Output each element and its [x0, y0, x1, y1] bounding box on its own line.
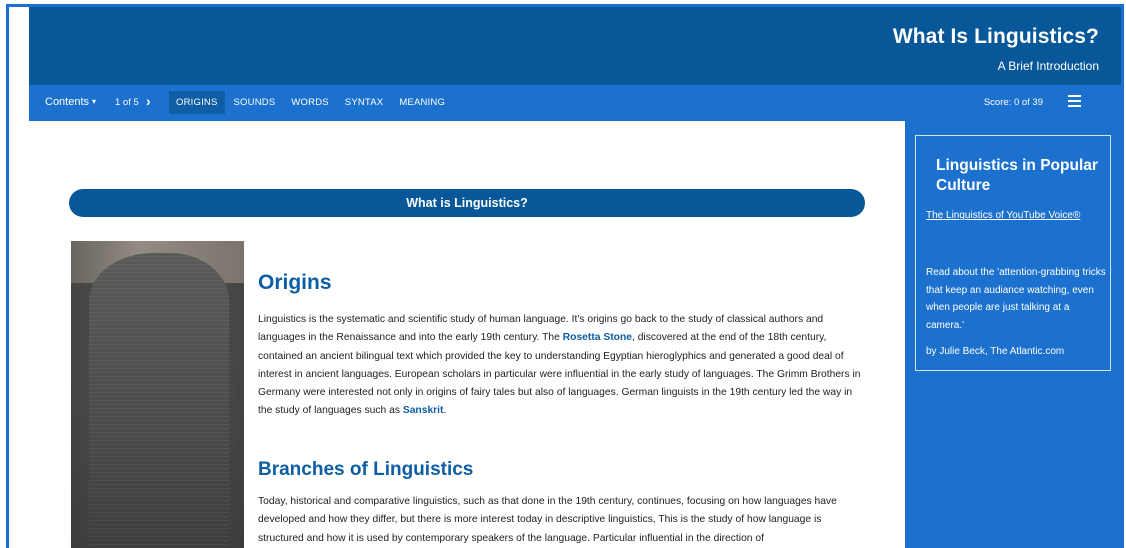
tab-sounds[interactable]: SOUNDS — [227, 91, 283, 114]
section-tabs: ORIGINS SOUNDS WORDS SYNTAX MEANING — [169, 91, 452, 114]
origins-heading: Origins — [258, 271, 332, 294]
page-indicator: 1 of 5 — [115, 97, 139, 108]
main-content: What is Linguistics? Origins Linguistics… — [29, 121, 905, 548]
branches-paragraph: Today, historical and comparative lingui… — [258, 496, 837, 544]
site-subtitle: A Brief Introduction — [997, 59, 1099, 73]
sidebar-article-link[interactable]: The Linguistics of YouTube Voice® — [926, 210, 1080, 221]
tab-origins[interactable]: ORIGINS — [169, 91, 225, 114]
rosetta-stone-link[interactable]: Rosetta Stone — [563, 332, 632, 343]
navbar: Contents ▾ 1 of 5 › ORIGINS SOUNDS WORDS … — [29, 85, 1121, 121]
chevron-down-icon: ▾ — [92, 97, 97, 106]
sidebar-card: Linguistics in Popular Culture The Lingu… — [915, 135, 1111, 371]
section-banner: What is Linguistics? — [69, 189, 865, 217]
site-header: What Is Linguistics? A Brief Introductio… — [29, 7, 1121, 85]
sidebar: Linguistics in Popular Culture The Lingu… — [905, 121, 1121, 548]
sanskrit-link[interactable]: Sanskrit — [403, 405, 444, 416]
tab-syntax[interactable]: SYNTAX — [338, 91, 391, 114]
site-title: What Is Linguistics? — [892, 25, 1099, 48]
origins-paragraph: Linguistics is the systematic and scient… — [258, 314, 861, 417]
next-page-icon[interactable]: › — [146, 93, 151, 109]
hamburger-menu-icon[interactable] — [1068, 95, 1081, 107]
tab-words[interactable]: WORDS — [284, 91, 335, 114]
sidebar-description: Read about the 'attention-grabbing trick… — [926, 267, 1106, 331]
tab-meaning[interactable]: MEANING — [392, 91, 452, 114]
contents-dropdown[interactable]: Contents ▾ — [45, 96, 96, 108]
rosetta-stone-image — [71, 241, 244, 548]
branches-heading: Branches of Linguistics — [258, 459, 474, 480]
contents-label: Contents — [45, 96, 90, 108]
sidebar-byline: by Julie Beck, The Atlantic.com — [926, 346, 1065, 357]
score-display: Score: 0 of 39 — [983, 97, 1043, 108]
browser-frame: What Is Linguistics? A Brief Introductio… — [6, 4, 1124, 548]
sidebar-title: Linguistics in Popular Culture — [936, 157, 1098, 194]
